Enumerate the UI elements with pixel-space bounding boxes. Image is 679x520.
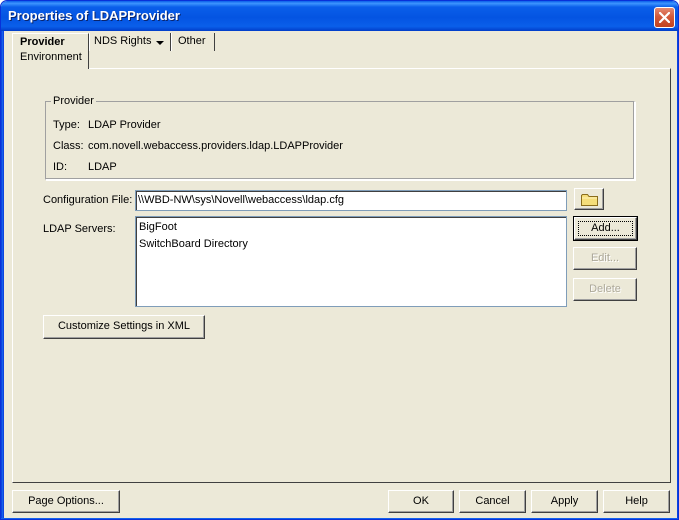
customize-xml-label: Customize Settings in XML [57,320,191,332]
config-file-input[interactable]: \\WBD-NW\sys\Novell\webaccess\ldap.cfg [135,190,567,211]
page-options-label: Page Options... [28,495,104,507]
add-button[interactable]: Add... [573,216,638,241]
id-label: ID: [53,161,68,173]
ldap-servers-list[interactable]: BigFoot SwitchBoard Directory [135,216,567,307]
help-button[interactable]: Help [603,490,670,513]
tab-other-label: Other [178,35,206,47]
close-icon [659,12,670,23]
tab-environment-label: Environment [20,51,82,63]
list-item[interactable]: BigFoot [139,221,177,233]
delete-button-label: Delete [589,283,621,295]
type-label: Type: [53,119,80,131]
edit-button[interactable]: Edit... [573,247,637,270]
edit-button-label: Edit... [590,252,620,264]
type-value: LDAP Provider [88,119,161,131]
folder-icon [581,194,598,206]
page-options-button[interactable]: Page Options... [12,490,120,513]
cancel-label: Cancel [475,495,510,507]
delete-button[interactable]: Delete [573,278,637,301]
cancel-button[interactable]: Cancel [459,490,526,513]
window-title: Properties of LDAPProvider [8,8,180,23]
id-value: LDAP [88,161,117,173]
apply-label: Apply [550,495,579,507]
title-bar[interactable]: Properties of LDAPProvider [1,1,678,31]
tab-provider-environment[interactable]: Provider Environment [12,33,89,69]
provider-group-legend: Provider [51,95,96,107]
close-button[interactable] [654,7,675,28]
list-item[interactable]: SwitchBoard Directory [139,238,248,250]
config-file-label: Configuration File: [43,194,133,206]
ok-label: OK [413,495,429,507]
browse-button[interactable] [574,188,604,210]
tab-provider-label: Provider [20,36,65,48]
apply-button[interactable]: Apply [531,490,598,513]
help-label: Help [625,495,648,507]
window-frame-left [1,31,4,519]
tab-nds-rights[interactable]: NDS Rights [89,33,171,51]
ok-button[interactable]: OK [388,490,454,513]
focus-rect [578,221,633,236]
dropdown-arrow-icon [156,41,164,45]
customize-xml-button[interactable]: Customize Settings in XML [43,315,205,339]
class-value: com.novell.webaccess.providers.ldap.LDAP… [88,140,343,152]
properties-dialog: Properties of LDAPProvider Provider Envi… [0,0,679,520]
class-label: Class: [53,140,84,152]
tab-other[interactable]: Other [171,33,215,51]
tab-nds-rights-label: NDS Rights [94,35,152,47]
ldap-servers-label: LDAP Servers: [43,223,116,235]
